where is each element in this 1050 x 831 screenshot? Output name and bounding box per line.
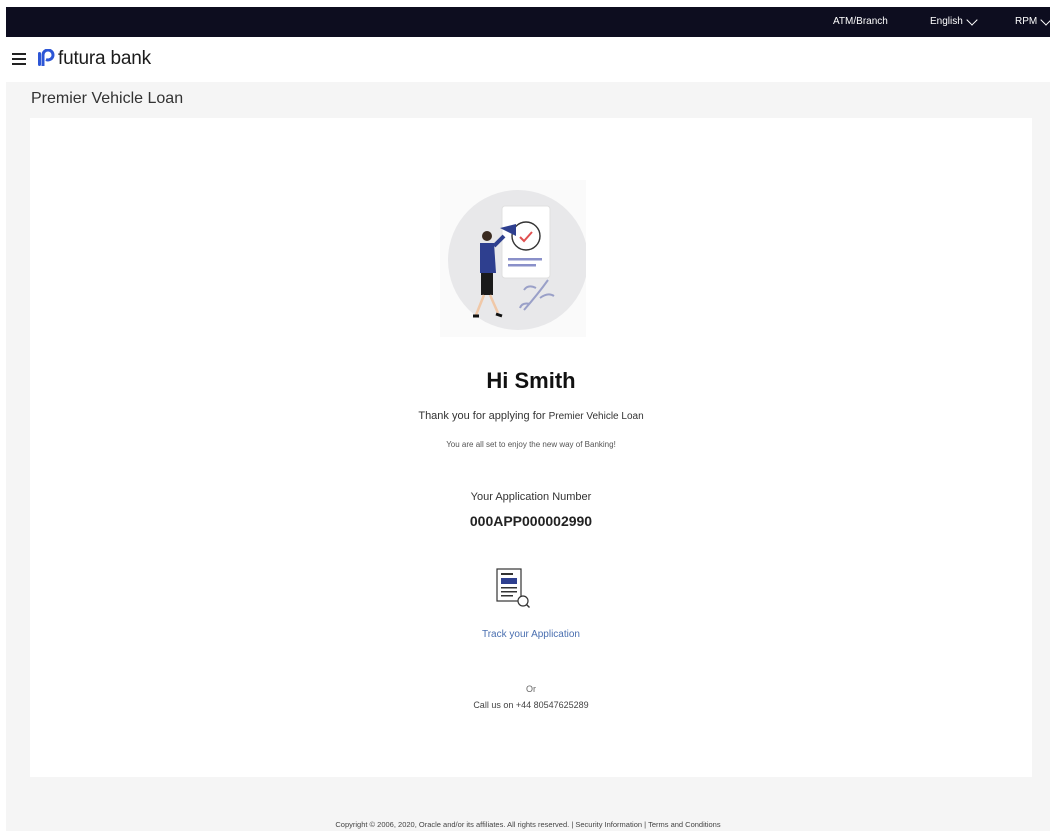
atm-branch-link[interactable]: ATM/Branch <box>833 7 888 37</box>
track-application-link[interactable]: Track your Application <box>30 629 1032 640</box>
tagline: You are all set to enjoy the new way of … <box>446 440 616 449</box>
terms-and-conditions-link[interactable]: Terms and Conditions <box>648 820 721 829</box>
call-us-text: Call us on +44 80547625289 <box>473 700 589 710</box>
copyright-text: Copyright © 2006, 2020, Oracle and/or it… <box>335 820 570 829</box>
thanks-message: Thank you for applying for Premier Vehic… <box>30 410 1032 422</box>
security-information-link[interactable]: Security Information <box>575 820 642 829</box>
chevron-down-icon <box>1040 13 1050 26</box>
atm-branch-label: ATM/Branch <box>833 16 888 27</box>
success-illustration <box>440 180 586 337</box>
or-separator: Or <box>526 684 536 694</box>
greeting: Hi Smith <box>486 368 576 393</box>
chevron-down-icon <box>966 13 978 26</box>
header: futura bank <box>6 37 1050 82</box>
confirmation-card: Hi Smith Thank you for applying for Prem… <box>30 118 1032 777</box>
page-title: Premier Vehicle Loan <box>31 90 184 107</box>
user-label: RPM <box>1015 16 1038 27</box>
menu-icon[interactable] <box>12 53 26 65</box>
application-number-label: Your Application Number <box>470 491 592 503</box>
product-name: Premier Vehicle Loan <box>548 411 644 422</box>
footer-separator: | <box>571 820 574 829</box>
user-menu[interactable]: RPM <box>1015 7 1050 37</box>
track-application-icon[interactable] <box>495 567 531 611</box>
top-bar: ATM/Branch English RPM <box>6 7 1050 37</box>
footer: Copyright © 2006, 2020, Oracle and/or it… <box>6 818 1050 831</box>
language-selector[interactable]: English <box>930 7 978 37</box>
thanks-prefix: Thank you for applying for <box>418 410 546 422</box>
language-label: English <box>930 16 963 27</box>
brand-name: futura bank <box>58 48 151 69</box>
futura-logo-icon <box>38 49 55 66</box>
footer-separator: | <box>644 820 647 829</box>
brand-logo[interactable]: futura bank <box>38 48 151 70</box>
application-number: 000APP000002990 <box>469 513 593 529</box>
